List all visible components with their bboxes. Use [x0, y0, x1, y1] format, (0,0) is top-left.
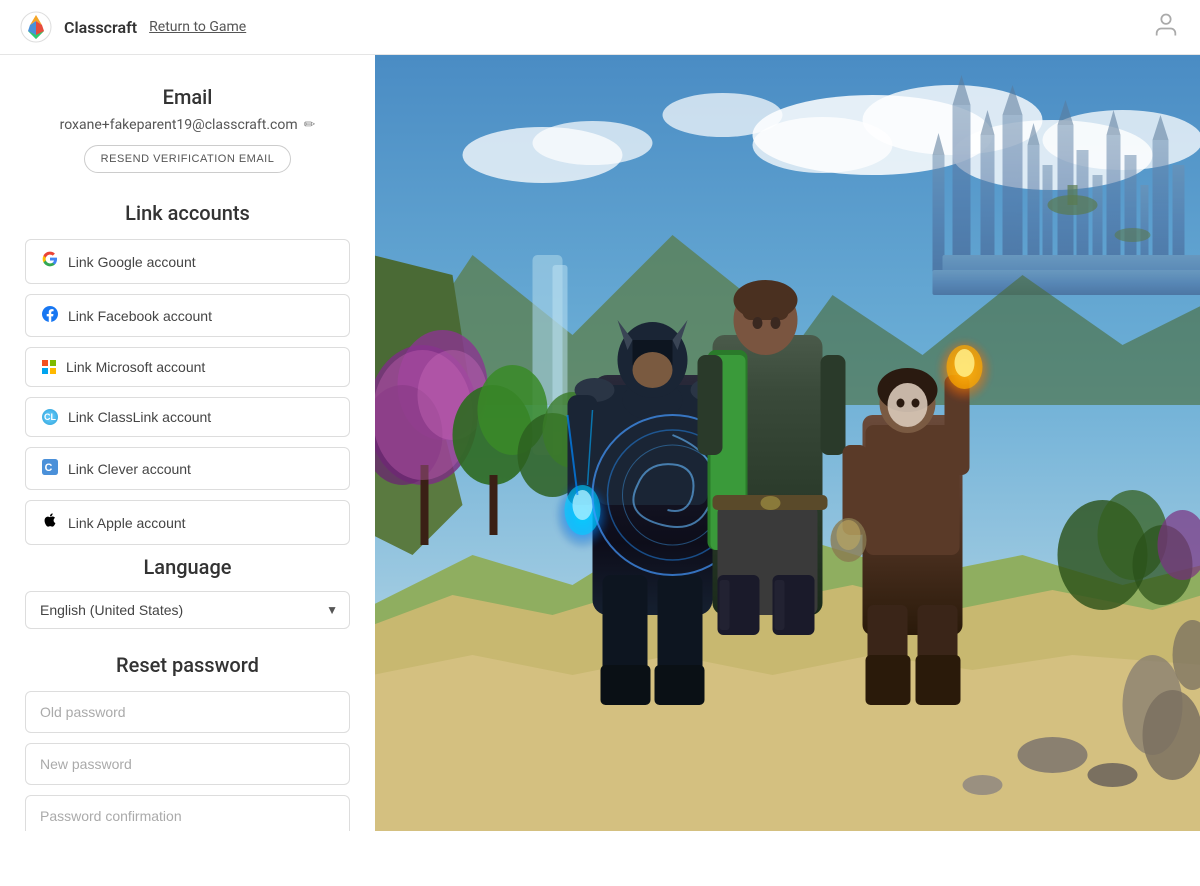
email-section: Email roxane+fakeparent19@classcraft.com…	[25, 85, 350, 173]
header-left: Classcraft Return to Game	[20, 11, 246, 43]
resend-verification-button[interactable]: RESEND VERIFICATION EMAIL	[84, 145, 292, 173]
return-to-game-link[interactable]: Return to Game	[149, 19, 246, 35]
edit-email-icon[interactable]: ✏	[304, 117, 316, 133]
app-name: Classcraft	[64, 18, 137, 37]
link-google-button[interactable]: Link Google account	[25, 239, 350, 284]
email-address-row: roxane+fakeparent19@classcraft.com ✏	[25, 117, 350, 133]
classlink-icon: CL	[42, 409, 58, 425]
microsoft-icon	[42, 360, 56, 374]
app-header: Classcraft Return to Game	[0, 0, 1200, 55]
apple-icon	[42, 512, 58, 533]
clever-icon: C	[42, 459, 58, 478]
link-clever-label: Link Clever account	[68, 461, 191, 477]
link-microsoft-label: Link Microsoft account	[66, 359, 205, 375]
game-scene-svg	[375, 55, 1200, 831]
link-clever-button[interactable]: C Link Clever account	[25, 447, 350, 490]
game-background-panel	[375, 55, 1200, 831]
link-accounts-title: Link accounts	[25, 201, 350, 225]
link-apple-button[interactable]: Link Apple account	[25, 500, 350, 545]
language-section: Language English (United States) French …	[25, 555, 350, 629]
facebook-icon	[42, 306, 58, 325]
link-accounts-section: Link accounts Link Google account	[25, 201, 350, 545]
email-title: Email	[25, 85, 350, 109]
old-password-input[interactable]	[25, 691, 350, 733]
link-facebook-label: Link Facebook account	[68, 308, 212, 324]
email-value: roxane+fakeparent19@classcraft.com	[60, 117, 298, 133]
new-password-input[interactable]	[25, 743, 350, 785]
header-user-icon[interactable]	[1152, 11, 1180, 43]
link-facebook-button[interactable]: Link Facebook account	[25, 294, 350, 337]
language-title: Language	[25, 555, 350, 579]
language-select[interactable]: English (United States) French Spanish G…	[25, 591, 350, 629]
link-google-label: Link Google account	[68, 254, 196, 270]
password-confirmation-input[interactable]	[25, 795, 350, 831]
google-icon	[42, 251, 58, 272]
link-microsoft-button[interactable]: Link Microsoft account	[25, 347, 350, 387]
link-classlink-label: Link ClassLink account	[68, 409, 211, 425]
reset-password-title: Reset password	[25, 653, 350, 677]
language-select-wrapper: English (United States) French Spanish G…	[25, 591, 350, 629]
link-apple-label: Link Apple account	[68, 515, 186, 531]
link-classlink-button[interactable]: CL Link ClassLink account	[25, 397, 350, 437]
svg-text:C: C	[45, 462, 53, 474]
left-panel: Email roxane+fakeparent19@classcraft.com…	[0, 55, 375, 831]
reset-password-section: Reset password SAVE	[25, 653, 350, 831]
app-logo	[20, 11, 52, 43]
main-layout: Email roxane+fakeparent19@classcraft.com…	[0, 55, 1200, 831]
